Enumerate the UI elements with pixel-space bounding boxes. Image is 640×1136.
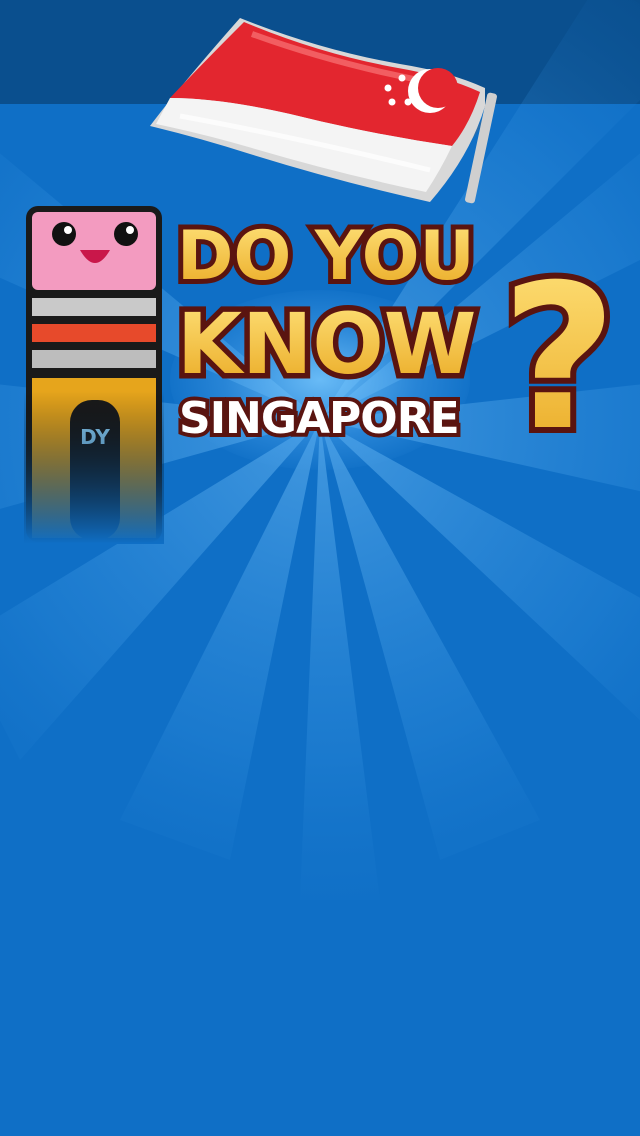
subtitle-singapore: SINGAPORE (179, 393, 459, 444)
title-line-1: DO YOU (177, 217, 475, 296)
title-question-mark: ? (501, 242, 617, 450)
splash-screen: DY DO YOU KNOW ? SINGAPORE (0, 0, 640, 1136)
singapore-flag-icon (150, 18, 497, 204)
title-line-2: KNOW (177, 295, 476, 393)
game-title-logo: DO YOU KNOW ? SINGAPORE (172, 212, 624, 450)
pink-block-mascot-icon: DY (24, 204, 164, 544)
